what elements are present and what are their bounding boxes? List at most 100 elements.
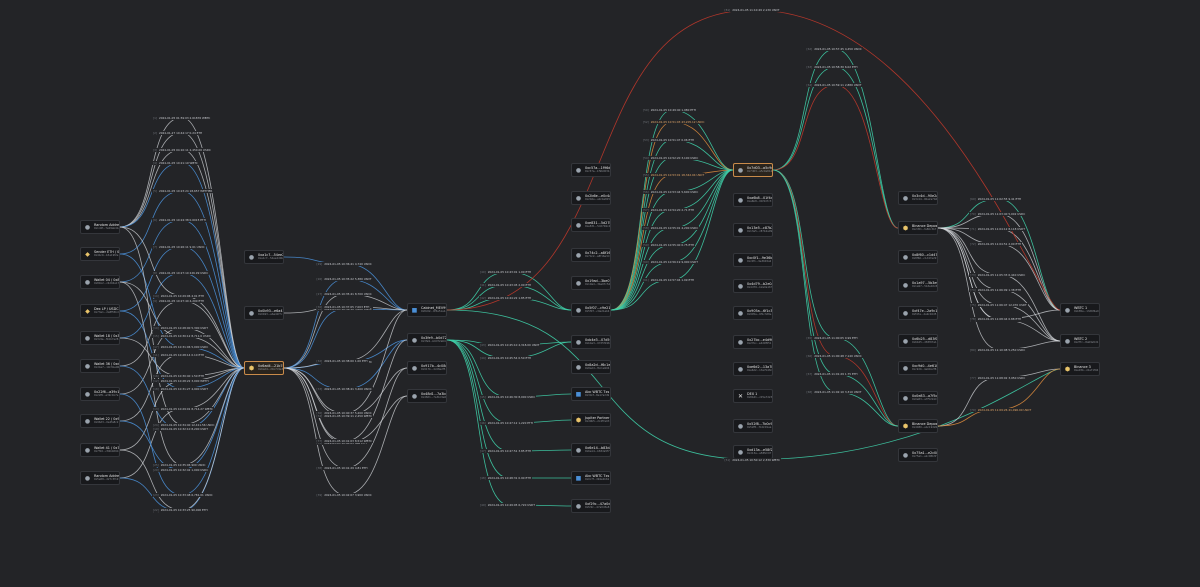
edge-label[interactable]: [4] 2024-01-05 10:21:19 WBTC <box>152 160 199 165</box>
edge-label[interactable]: [48] 2024-01-05 10:48:31 0.90 ETH <box>479 476 533 480</box>
graph-node[interactable]: ● Wallet 22 / 0x96 0x96d3...0e4fa8c2 <box>80 414 120 428</box>
edge-label[interactable]: [57] 2024-01-05 10:54:20 2.71 ETH <box>642 208 696 212</box>
graph-node[interactable]: ● Wallet 18 / 0x3c 0x3c9e...f10b7a28 <box>80 331 120 345</box>
graph-node[interactable]: ●0x917b...4c08e2f50x917b...4c08e2f5 <box>407 361 447 375</box>
edge-label[interactable]: [45] 2024-01-05 10:46:30 8,000 USDC <box>479 395 537 399</box>
graph-node[interactable]: ●0x8f60...c1d47e290x8f60...c1d47e29 <box>898 250 938 264</box>
edge-label[interactable]: [44] 2024-01-05 10:45:54 0.50 ETH <box>479 356 533 360</box>
graph-node[interactable]: ●0xc9d0...4e61b2f80xc9d0...4e61b2f8 <box>898 361 938 375</box>
edge-label[interactable]: [5] 2024-01-05 10:23:24 18,657 WETHER <box>152 189 214 193</box>
graph-node[interactable]: ●0xf47e...2a9c16d50xf47e...2a9c16d5 <box>898 306 938 320</box>
edge-label[interactable]: [2] 2024-01-27 10:44:17 0.24 ETH <box>152 130 204 135</box>
edge-label[interactable]: [22] 2024-01-05 10:33:25 90,000 ETH <box>152 508 209 512</box>
edge-label[interactable]: [14] 2024-01-05 10:29:06 4.01 ETH <box>152 293 206 298</box>
graph-node[interactable]: ⬢Binance Deposit 2d51fa0x2d51...fa80c3b7 <box>898 221 938 235</box>
graph-node[interactable]: ●0x905a...6f1c3d8e0x905a...6f1c3d8e <box>733 306 773 320</box>
edge-label[interactable]: [65] 2024-01-05 11:00:05 0.99 ETH <box>805 336 859 340</box>
edge-label[interactable]: [46] 2024-01-05 10:47:12 1,220 ETH <box>479 421 534 425</box>
graph-node[interactable]: ●0x6e14...b83da5f70x6e14...b83da5f7 <box>571 443 611 457</box>
edge-label[interactable]: [61] 2024-01-05 10:57:04 1.09 ETH <box>642 278 696 282</box>
edge-label[interactable]: [69] 2024-01-05 11:02:55 9.41 ETH <box>969 197 1023 201</box>
edge-label[interactable]: [7] 2024-01-05 10:26:11 9.61 USDC <box>152 244 206 249</box>
edge-label[interactable]: [16] 2024-01-05 10:30:40 1.50 ETH <box>152 374 206 378</box>
edge-label[interactable]: [25] 2024-01-05 10:35:06 900 USDC <box>152 463 207 467</box>
edge-label[interactable]: [20] 2024-01-05 10:32:42 1,000 USDC <box>152 467 210 472</box>
graph-node[interactable]: ●0x0b93...e6a41f7c0x0b93...e6a41f7c <box>244 306 284 320</box>
edge-label[interactable]: [19] 2024-01-05 10:32:10 8,200 USDT <box>152 427 209 431</box>
graph-node[interactable]: ●0x19ad...3be07c520x19ad...3be07c52 <box>571 276 611 290</box>
graph-node[interactable]: ●0x7d03...a5c9e8140x7d03...a5c9e814 <box>733 163 773 177</box>
edge-label[interactable]: [52] 2024-01-05 10:51:03 43,205.12 USDC <box>642 120 706 124</box>
graph-node[interactable]: ●0x3fe9...b0d72a640x3fe9...b0d72a64 <box>407 333 447 347</box>
graph-node[interactable]: ●0x2b6e...e0c4a8150x2b6e...e0c4a815 <box>571 191 611 205</box>
edge-label[interactable]: [38] 2024-01-05 10:41:29 4.81 ETH <box>315 466 369 470</box>
edge-label[interactable]: [18] 2024-01-05 10:31:27 4,900 USDT <box>152 386 209 391</box>
graph-node[interactable]: ●0x1a97...5b3e0dc80x1a97...5b3e0dc8 <box>898 278 938 292</box>
edge-label[interactable]: [11] 2024-01-05 10:28:14 0.10 ETH <box>152 352 206 357</box>
edge-label[interactable]: [81] 2024-01-05 11:10:49 2,130 USDT <box>723 8 781 12</box>
graph-node[interactable]: ●0x74c2...a8f16e3d0x74c2...a8f16e3d <box>571 248 611 262</box>
graph-node[interactable]: ●0x75a1...e2c08b3f0x75a1...e2c08b3f <box>898 448 938 462</box>
edge-label[interactable]: [51] 2024-01-05 10:50:12 2,330 WBTC <box>723 457 781 462</box>
graph-node[interactable]: ●0xc57a...1f96d03b0xc57a...1f96d03b <box>571 163 611 177</box>
edge-label[interactable]: [59] 2024-01-05 10:55:40 0.75 ETH <box>642 243 696 247</box>
edge-label[interactable]: [15] 2024-01-05 10:30:12 8,711.0 USDC <box>152 334 212 338</box>
edge-label[interactable]: [32] 2024-01-05 10:38:00 1.00 ETH <box>315 359 369 363</box>
graph-node[interactable]: ●0x22f6...a39c1b7e0x22f6...a39c1b7e <box>80 387 120 401</box>
edge-label[interactable]: [37] 2024-01-05 10:41:03 8,512 WBTC <box>315 439 373 443</box>
edge-label[interactable]: [58] 2024-01-05 10:55:01 4,200 USDC <box>642 226 700 230</box>
edge-label[interactable]: [47] 2024-01-05 10:47:51 3.85 ETH <box>479 449 533 453</box>
edge-label[interactable]: [12] 2024-01-05 10:28:22 3,000 WETH <box>152 379 210 383</box>
edge-label[interactable]: [49] 2024-01-05 10:49:05 6,720 USDT <box>479 503 536 507</box>
edge-label[interactable]: [43] 2024-01-05 10:45:10 4,318.00 USDT <box>479 343 541 347</box>
edge-label[interactable]: [71] 2024-01-05 11:04:12 8,118 USDT <box>969 227 1026 231</box>
edge-label[interactable]: [23] 2024-01-05 10:33:48 6,781.01 USDC <box>152 493 214 497</box>
graph-node[interactable]: ●0xe6d2...13a7b48c0xe6d2...13a7b48c <box>733 362 773 376</box>
graph-node[interactable]: ⬢0x6ad4...21b7c9e30x6ad4...21b7c9e3 <box>244 361 284 375</box>
graph-node[interactable]: ●0x4d79...b2e0a16f0x4d79...b2e0a16f <box>733 279 773 293</box>
graph-node[interactable]: ●0x5f07...c9e21ab40x5f07...c9e21ab4 <box>571 303 611 317</box>
edge-label[interactable]: [60] 2024-01-05 10:56:19 9,900 USDT <box>642 260 699 264</box>
graph-node[interactable]: ●0xa6b8...01f4d7c30xa6b8...01f4d7c3 <box>733 193 773 207</box>
edge-label[interactable]: [3] 2024-01-05 04:10:11 2,450.00 USDC <box>152 147 212 152</box>
graph-node[interactable]: ● Wallet 04 / 0x81 0x81b2...c6d04a17 <box>80 275 120 289</box>
edge-label[interactable]: [36] 2024-01-05 10:40:37 5,200 USDC <box>315 411 373 415</box>
edge-label[interactable]: [68] 2024-01-05 11:02:10 3,310 USDT <box>805 390 863 394</box>
edge-label[interactable]: [54] 2024-01-05 10:52:20 3,100 USDC <box>642 156 700 160</box>
graph-node[interactable]: ●0xb4e3...07d5f1960xb4e3...07d5f196 <box>571 335 611 349</box>
edge-label[interactable]: [41] 2024-01-05 10:43:45 2.00 ETH <box>479 283 533 287</box>
graph-node[interactable]: ●0x48d1...7a3bc9e00x48d1...7a3bc9e0 <box>407 389 447 403</box>
edge-label[interactable]: [80] 2024-01-05 11:10:08 5,250 USDC <box>969 347 1027 352</box>
graph-node[interactable]: ●0x6b25...d83f07a10x6b25...d83f07a1 <box>898 334 938 348</box>
edge-label[interactable]: [39] 2024-01-05 10:42:07 3,900 USDC <box>315 493 373 497</box>
edge-label[interactable]: [77] 2024-01-05 11:08:02 3,950 USDC <box>969 375 1027 380</box>
edge-label[interactable]: [1] 2024-01-05 01:59:03 2.61876 WBTC <box>152 115 212 120</box>
edge-label[interactable]: [79] 2024-01-05 11:09:26 41,090.00 USDT <box>969 407 1033 412</box>
edge-label[interactable]: [73] 2024-01-05 11:05:33 6,440 USDC <box>969 272 1027 277</box>
edge-label[interactable]: [72] 2024-01-05 11:04:51 2.00 ETH <box>969 242 1023 246</box>
graph-node[interactable]: ● Wallet 41 / 0x7f 0x7f10...c82b9d64 <box>80 443 120 457</box>
edge-label[interactable]: [67] 2024-01-05 11:01:29 1.75 ETH <box>805 372 859 376</box>
graph-node[interactable]: ⬢Binance Deposit 4480ebc0x4480...ebc19d2… <box>898 419 938 433</box>
edge-label[interactable]: [62] 2024-01-05 10:57:45 4,450 USDC <box>805 47 863 51</box>
edge-label[interactable]: [70] 2024-01-05 11:03:40 5,002 USDC <box>969 212 1027 216</box>
graph-node[interactable]: ●0x27bc...e4d9f0510x27bc...e4d9f051 <box>733 335 773 349</box>
edge-label[interactable]: [9] 2024-01-05 10:27:40 4,200 ETH <box>152 299 206 303</box>
edge-label[interactable]: [78] 2024-01-05 11:08:44 0.88 ETH <box>969 317 1023 321</box>
graph-node[interactable]: ● WBTC 2 0x2f7c...8a09e5d1 <box>1060 334 1100 348</box>
graph-node[interactable]: ●0xe831...5d27b9c40xe831...5d27b9c4 <box>571 218 611 232</box>
edge-label[interactable]: [42] 2024-01-05 10:44:22 1.85 ETH <box>479 296 533 300</box>
edge-label[interactable]: [55] 2024-01-05 10:53:01 18,342.04 USDT <box>642 173 706 177</box>
graph-node[interactable]: ⬢Jupiter Partner Rebate Txs0xd9b5...2c4f… <box>571 413 611 427</box>
graph-node[interactable]: ■Abc WBTC Txs Payment_WTxybz0x0c7f...d94… <box>571 471 611 485</box>
graph-node[interactable]: ●0x13e5...c87b2a090x13e5...c87b2a09 <box>733 223 773 237</box>
graph-node[interactable]: ■Abc WBTC Txs Payment_WTxybz0x30cf...8e1… <box>571 387 611 401</box>
edge-label[interactable]: [6] 2024-01-05 10:24:38 0.6015 ETH <box>152 218 207 222</box>
edge-label[interactable]: [24] 2024-01-05 10:34:40 12,411.56 USDC <box>152 422 216 427</box>
edge-label[interactable]: [13] 2024-01-05 10:29:01 8,714.27 WBTC <box>152 407 214 411</box>
edge-label[interactable]: [33] 2024-01-05 10:38:41 3,400 USDC <box>315 387 373 391</box>
graph-node[interactable]: ●0xc0f1...9e36b5a20xc0f1...9e36b5a2 <box>733 253 773 267</box>
graph-node[interactable]: ●Wallet 36 / 0xd4 tx0xd4a7...19c3be06 <box>80 359 120 373</box>
edge-label[interactable]: [17] 2024-01-05 10:31:06 5,000 USDC <box>152 345 210 349</box>
graph-node[interactable]: ● WBTC 1 0xb85e...13d6f4a0 <box>1060 303 1100 317</box>
